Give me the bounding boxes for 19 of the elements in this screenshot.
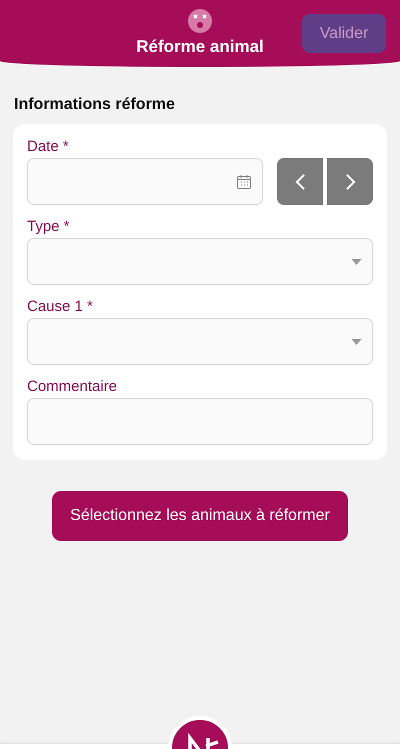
dizzy-face-icon <box>188 9 212 33</box>
field-label: Cause 1 * <box>27 298 94 315</box>
dropdown-field[interactable] <box>27 318 373 365</box>
input-field[interactable] <box>27 398 373 445</box>
field-label: Commentaire <box>27 378 118 395</box>
calendar-icon <box>236 174 252 190</box>
section-title: Informations réforme <box>14 96 176 114</box>
chevron-left-icon <box>294 172 306 190</box>
caret-icon <box>351 258 362 264</box>
field-label: Type * <box>27 218 71 235</box>
previous-button[interactable] <box>277 158 323 205</box>
dropdown-field[interactable] <box>27 238 373 285</box>
date-field[interactable] <box>27 158 263 205</box>
select-animals-button[interactable]: Sélectionnez les animaux à réformer <box>52 491 348 541</box>
chevron-right-icon <box>344 172 356 190</box>
field-label: Date * <box>27 138 70 155</box>
next-button[interactable] <box>327 158 373 205</box>
screen-title: Réforme animal <box>136 37 264 57</box>
caret-icon <box>351 338 362 344</box>
